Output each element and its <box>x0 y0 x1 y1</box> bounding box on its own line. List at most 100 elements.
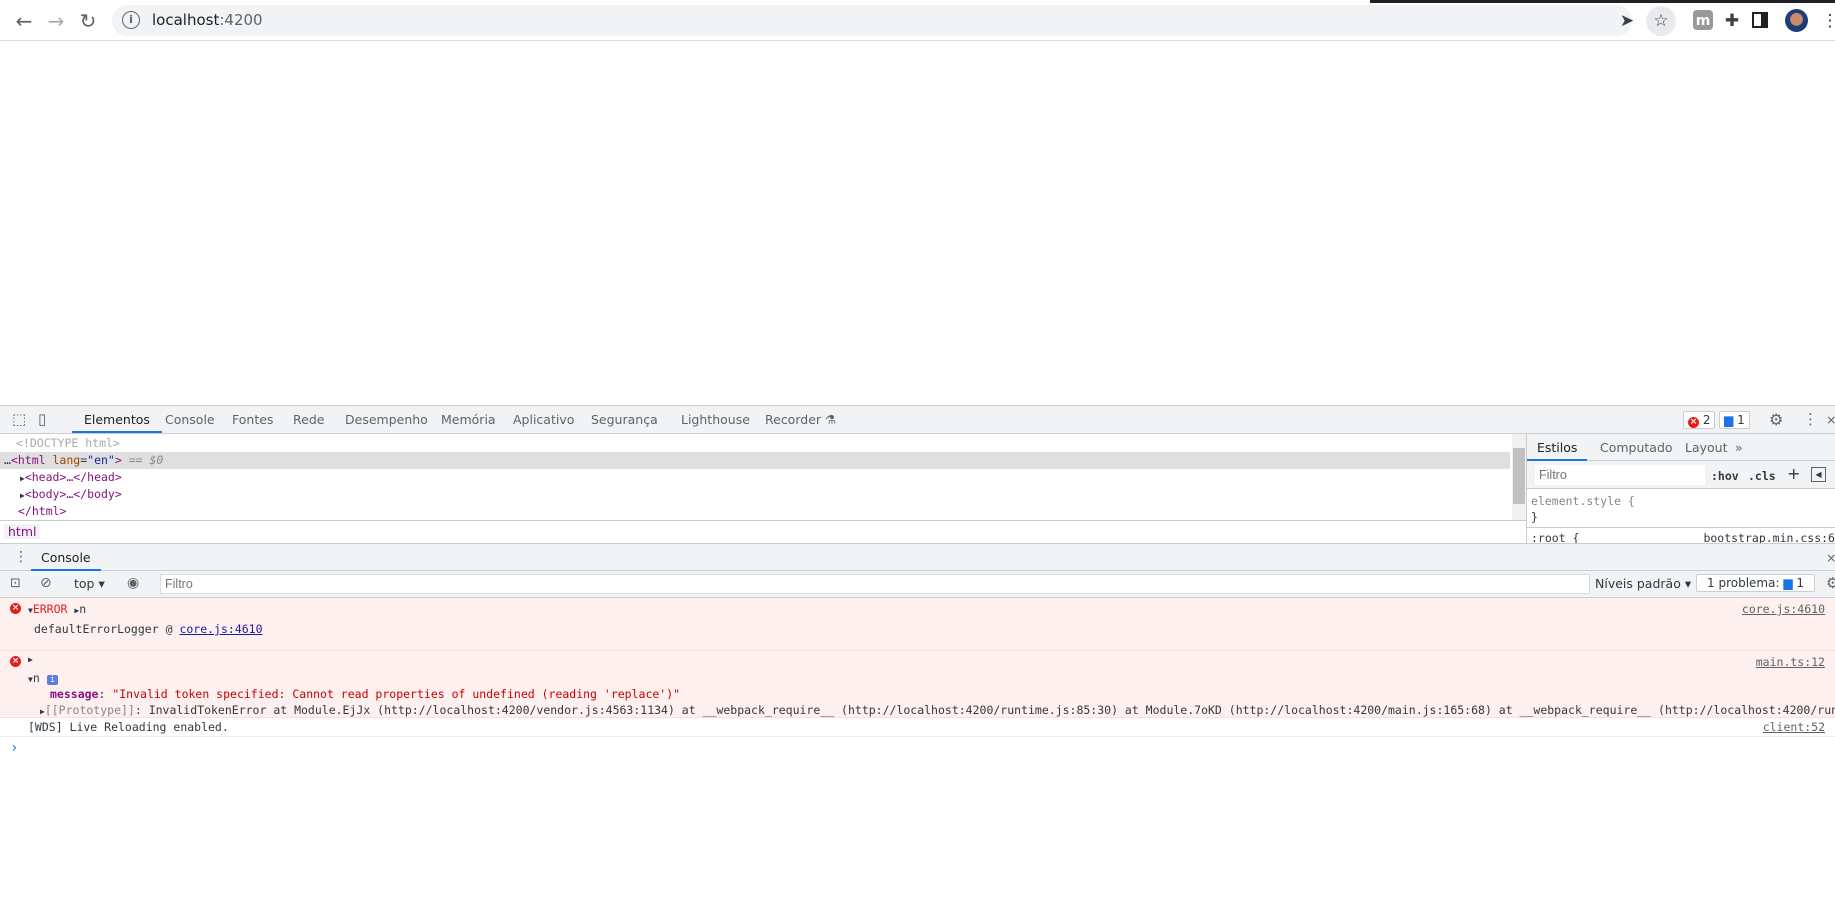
head-tag: <head>…</head> <box>24 470 122 484</box>
html-close-node[interactable]: </html> <box>0 503 1510 520</box>
breadcrumb: html <box>0 520 1526 543</box>
tab-desempenho[interactable]: Desempenho <box>345 406 428 433</box>
issues-label: 1 problema: <box>1707 576 1780 590</box>
back-icon[interactable]: ← <box>11 8 37 34</box>
message-value: "Invalid token specified: Cannot read pr… <box>112 687 681 701</box>
hov-button[interactable]: :hov <box>1711 469 1739 483</box>
issues-count: 1 <box>1796 576 1805 590</box>
stack-function: defaultErrorLogger <box>34 622 159 636</box>
selected-marker: == $0 <box>128 453 164 467</box>
browser-toolbar: ← → ↻ i localhost:4200 ➤ ☆ m ✚ ⋮ <box>0 0 1835 41</box>
message-key: message <box>50 687 99 701</box>
context-value: top <box>74 576 95 591</box>
tab-rede[interactable]: Rede <box>293 406 324 433</box>
console-error-message: × ▼ERROR ▶n defaultErrorLogger @ core.js… <box>0 598 1835 651</box>
forward-icon[interactable]: → <box>43 8 69 34</box>
body-tag: <body>…</body> <box>24 487 122 501</box>
styles-pane: Estilos Computado Layout » :hov .cls + ◀… <box>1526 434 1835 547</box>
tab-elementos[interactable]: Elementos <box>72 406 162 433</box>
error-object[interactable]: n <box>79 602 86 616</box>
issues-button[interactable]: 1 problema: ▆ 1 <box>1696 574 1816 592</box>
info-icon[interactable]: i <box>122 11 140 29</box>
address-bar[interactable]: i localhost:4200 <box>112 5 1632 36</box>
devtools: ⬚ ▯ Elementos Console Fontes Rede Desemp… <box>0 405 1835 917</box>
error-icon: × <box>1688 417 1699 428</box>
console-log-message: [WDS] Live Reloading enabled. client:52 <box>0 718 1835 737</box>
url-port: :4200 <box>219 11 263 29</box>
error-object[interactable]: n <box>33 671 40 685</box>
messages-badge[interactable]: ▆ 1 <box>1719 411 1750 429</box>
close-devtools-icon[interactable]: × <box>1826 406 1835 433</box>
more-options-icon[interactable]: ⋮ <box>1803 406 1818 433</box>
console-toolbar: ⊡ ⊘ top ▾ ◉ Níveis padrão ▾ 1 problema: … <box>0 571 1835 598</box>
tab-seguranca[interactable]: Segurança <box>591 406 658 433</box>
extensions-puzzle-icon[interactable]: ✚ <box>1720 10 1744 32</box>
html-tag-close: > <box>114 453 122 467</box>
toggle-sidebar-icon[interactable]: ◀ <box>1811 467 1826 482</box>
prototype-key: [[Prototype]] <box>44 703 135 717</box>
html-node-selected[interactable]: …<html lang="en"> == $0 <box>0 452 1510 469</box>
tab-aplicativo[interactable]: Aplicativo <box>513 406 574 433</box>
console-filter-input[interactable] <box>160 574 1590 594</box>
tab-console[interactable]: Console <box>165 406 215 433</box>
star-icon[interactable]: ☆ <box>1646 6 1676 36</box>
prototype-value: : InvalidTokenError at Module.EjJx (http… <box>134 703 1835 717</box>
message-count: 1 <box>1737 413 1745 427</box>
menu-icon[interactable]: ⋮ <box>1818 10 1835 32</box>
tab-estilos[interactable]: Estilos <box>1527 434 1588 461</box>
console-error-message: × ▶ ▼n i message: "Invalid token specifi… <box>0 651 1835 718</box>
flask-icon: ⚗ <box>825 412 837 427</box>
breadcrumb-item-html[interactable]: html <box>4 524 41 539</box>
clear-console-icon[interactable]: ⊘ <box>40 570 52 597</box>
tab-memoria[interactable]: Memória <box>441 406 496 433</box>
close-drawer-icon[interactable]: × <box>1826 544 1835 571</box>
head-node[interactable]: ▶<head>…</head> <box>0 469 1510 486</box>
body-node[interactable]: ▶<body>…</body> <box>0 486 1510 503</box>
inspect-icon[interactable]: ⬚ <box>12 406 26 433</box>
expand-triangle-icon[interactable]: ▶ <box>28 655 33 664</box>
stack-link[interactable]: core.js:4610 <box>179 622 262 636</box>
log-levels-value: Níveis padrão <box>1595 576 1681 591</box>
drawer-menu-icon[interactable]: ⋮ <box>14 544 28 571</box>
log-text: [WDS] Live Reloading enabled. <box>28 720 229 734</box>
tab-computado[interactable]: Computado <box>1592 434 1681 461</box>
message-icon: ▆ <box>1724 413 1734 427</box>
elements-scrollbar[interactable] <box>1512 434 1526 520</box>
devtools-tabbar: ⬚ ▯ Elementos Console Fontes Rede Desemp… <box>0 406 1835 434</box>
tab-lighthouse[interactable]: Lighthouse <box>681 406 750 433</box>
message-source-link[interactable]: main.ts:12 <box>1756 655 1825 669</box>
drawer-tabbar: ⋮ Console × <box>0 543 1835 571</box>
cls-button[interactable]: .cls <box>1748 469 1776 483</box>
message-icon: ▆ <box>1783 576 1793 590</box>
device-toolbar-icon[interactable]: ▯ <box>38 406 46 433</box>
html-tag: <html <box>10 453 46 467</box>
send-icon[interactable]: ➤ <box>1615 10 1639 32</box>
console-settings-gear-icon[interactable]: ⚙ <box>1826 570 1835 597</box>
live-expression-eye-icon[interactable]: ◉ <box>127 570 139 597</box>
errors-badge[interactable]: × 2 <box>1683 411 1716 429</box>
info-badge-icon[interactable]: i <box>46 675 59 685</box>
log-levels-dropdown[interactable]: Níveis padrão ▾ <box>1595 570 1691 597</box>
tab-recorder[interactable]: Recorder ⚗ <box>765 406 836 433</box>
message-source-link[interactable]: client:52 <box>1763 720 1825 734</box>
tab-fontes[interactable]: Fontes <box>232 406 273 433</box>
more-tabs-icon[interactable]: » <box>1727 434 1751 461</box>
context-select[interactable]: top ▾ <box>74 570 105 597</box>
new-rule-plus-icon[interactable]: + <box>1787 464 1800 483</box>
error-icon: × <box>10 603 21 614</box>
settings-gear-icon[interactable]: ⚙ <box>1769 406 1783 433</box>
styles-filter-input[interactable] <box>1535 465 1705 485</box>
message-source-link[interactable]: core.js:4610 <box>1742 602 1825 616</box>
avatar[interactable] <box>1785 9 1808 32</box>
extension-m-icon[interactable]: m <box>1693 10 1713 30</box>
elements-tree: <!DOCTYPE html> …<html lang="en"> == $0 … <box>0 434 1512 520</box>
drawer-tab-console[interactable]: Console <box>31 544 101 571</box>
console-prompt[interactable]: › <box>10 740 18 756</box>
error-count: 2 <box>1702 413 1711 427</box>
reload-icon[interactable]: ↻ <box>75 8 101 34</box>
error-label: ERROR <box>32 602 68 616</box>
sidebar-toggle-icon[interactable]: ⊡ <box>10 570 21 597</box>
doctype-node[interactable]: <!DOCTYPE html> <box>0 435 1510 452</box>
side-panel-icon[interactable] <box>1752 12 1768 28</box>
tab-recorder-label: Recorder <box>765 412 822 427</box>
